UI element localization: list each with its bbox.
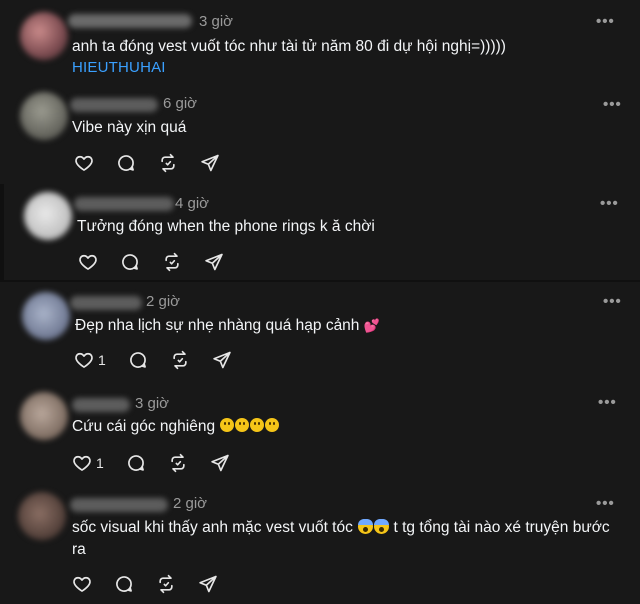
- repost-icon: [170, 350, 190, 370]
- post-actions: 1: [74, 349, 254, 371]
- share-icon: [198, 574, 218, 594]
- like-count: 1: [98, 352, 106, 368]
- like-button[interactable]: 1: [72, 453, 104, 473]
- post-text-body: Đẹp nha lịch sự nhẹ nhàng quá hạp cảnh: [75, 317, 360, 334]
- comment-icon: [114, 574, 134, 594]
- repost-icon: [162, 252, 182, 272]
- reply-button[interactable]: [116, 153, 136, 173]
- post-time: 2 giờ: [173, 495, 208, 512]
- post-actions: [74, 152, 242, 174]
- more-icon[interactable]: •••: [603, 97, 622, 112]
- repost-button[interactable]: [156, 574, 176, 594]
- reply-post[interactable]: 6 giờ ••• Vibe này xịn quá: [0, 86, 640, 184]
- like-button[interactable]: [74, 153, 94, 173]
- heart-icon: [74, 153, 94, 173]
- username[interactable]: [70, 498, 168, 512]
- heart-icon: [72, 574, 92, 594]
- post-text-body: sốc visual khi thấy anh mặc vest vuốt tó…: [72, 519, 353, 536]
- more-icon[interactable]: •••: [600, 196, 619, 211]
- emoji-icon: [235, 418, 250, 432]
- more-icon[interactable]: •••: [603, 294, 622, 309]
- more-icon[interactable]: •••: [596, 496, 615, 511]
- more-icon[interactable]: •••: [598, 395, 617, 410]
- scream-emoji: [358, 519, 374, 534]
- avatar[interactable]: [20, 92, 68, 140]
- repost-button[interactable]: [170, 350, 190, 370]
- post-time: 6 giờ: [163, 95, 198, 112]
- reply-button[interactable]: [114, 574, 134, 594]
- heart-icon: [72, 453, 92, 473]
- share-button[interactable]: [212, 350, 232, 370]
- heart-icon: [74, 350, 94, 370]
- post-time: 3 giờ: [199, 13, 234, 30]
- share-button[interactable]: [210, 453, 230, 473]
- repost-button[interactable]: [158, 153, 178, 173]
- share-icon: [210, 453, 230, 473]
- post-text: Vibe này xịn quá: [72, 119, 187, 136]
- reply-post[interactable]: 2 giờ ••• sốc visual khi thấy anh mặc ve…: [0, 484, 640, 604]
- post-text: Cứu cái góc nghiêng: [72, 416, 280, 438]
- reply-button[interactable]: [120, 252, 140, 272]
- share-button[interactable]: [198, 574, 218, 594]
- post-text-body: Cứu cái góc nghiêng: [72, 418, 216, 435]
- post-time: 2 giờ: [146, 293, 181, 310]
- repost-icon: [156, 574, 176, 594]
- username[interactable]: [74, 197, 174, 211]
- post-text: Đẹp nha lịch sự nhẹ nhàng quá hạp cảnh 💕: [75, 315, 380, 337]
- avatar[interactable]: [18, 492, 66, 540]
- post-time: 3 giờ: [135, 395, 170, 412]
- comment-icon: [128, 350, 148, 370]
- reply-button[interactable]: [126, 453, 146, 473]
- heart-emoji: 💕: [363, 318, 380, 333]
- emoji-icon: [265, 418, 280, 432]
- reply-post[interactable]: 3 giờ ••• anh ta đóng vest vuốt tóc như …: [0, 0, 640, 86]
- share-icon: [200, 153, 220, 173]
- post-text: sốc visual khi thấy anh mặc vest vuốt tó…: [72, 517, 632, 561]
- username[interactable]: [70, 296, 142, 310]
- scream-emoji: [374, 519, 390, 534]
- username[interactable]: [68, 14, 192, 28]
- avatar[interactable]: [22, 292, 70, 340]
- reply-post[interactable]: 2 giờ ••• Đẹp nha lịch sự nhẹ nhàng quá …: [0, 282, 640, 382]
- emoji-icon: [220, 418, 235, 432]
- reply-button[interactable]: [128, 350, 148, 370]
- post-text-continuation: t tg tổng tài nào xé truyện bước: [393, 519, 610, 536]
- heart-icon: [78, 252, 98, 272]
- reply-post[interactable]: 3 giờ ••• Cứu cái góc nghiêng 1: [0, 382, 640, 484]
- post-actions: 1: [72, 452, 252, 474]
- post-actions: [78, 251, 246, 273]
- post-time: 4 giờ: [175, 195, 210, 212]
- post-actions: [72, 573, 240, 595]
- avatar[interactable]: [24, 192, 72, 240]
- comment-icon: [116, 153, 136, 173]
- repost-button[interactable]: [168, 453, 188, 473]
- like-button[interactable]: 1: [74, 350, 106, 370]
- repost-button[interactable]: [162, 252, 182, 272]
- username[interactable]: [70, 98, 158, 112]
- post-text: anh ta đóng vest vuốt tóc như tài tử năm…: [72, 38, 506, 55]
- share-button[interactable]: [200, 153, 220, 173]
- like-button[interactable]: [72, 574, 92, 594]
- post-text-line2: ra: [72, 541, 86, 558]
- mention-tag[interactable]: HIEUTHUHAI: [72, 59, 166, 76]
- repost-icon: [168, 453, 188, 473]
- more-icon[interactable]: •••: [596, 14, 615, 29]
- avatar[interactable]: [20, 12, 68, 60]
- thread-feed: 3 giờ ••• anh ta đóng vest vuốt tóc như …: [0, 0, 640, 604]
- avatar[interactable]: [20, 392, 68, 440]
- share-icon: [204, 252, 224, 272]
- like-count: 1: [96, 455, 104, 471]
- share-icon: [212, 350, 232, 370]
- like-button[interactable]: [78, 252, 98, 272]
- comment-icon: [120, 252, 140, 272]
- reply-post[interactable]: 4 giờ ••• Tưởng đóng when the phone ring…: [4, 184, 640, 280]
- comment-icon: [126, 453, 146, 473]
- username[interactable]: [72, 398, 130, 412]
- post-text: Tưởng đóng when the phone rings k ă chời: [77, 218, 375, 235]
- share-button[interactable]: [204, 252, 224, 272]
- repost-icon: [158, 153, 178, 173]
- emoji-icon: [250, 418, 265, 432]
